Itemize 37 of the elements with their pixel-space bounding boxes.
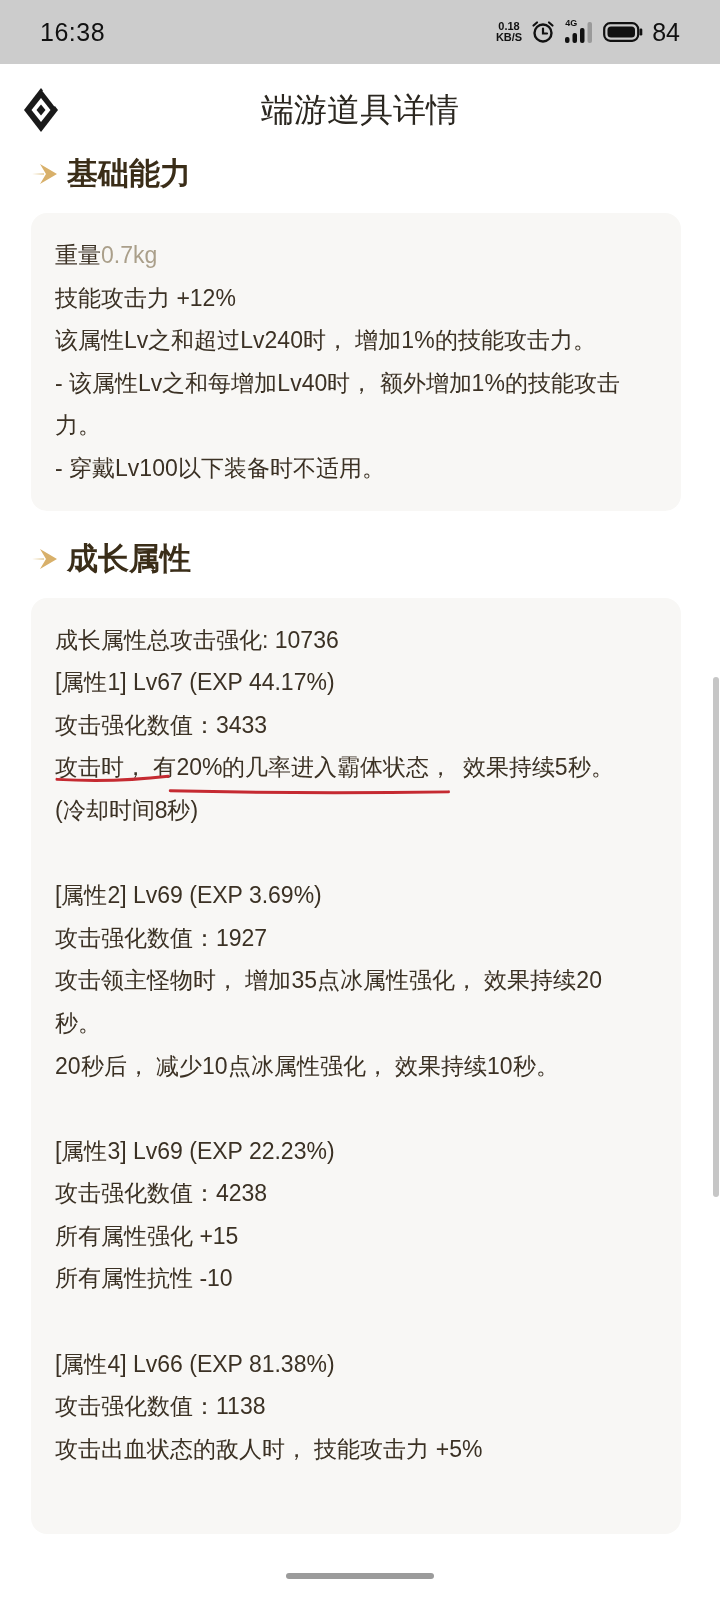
attribute-value: 攻击强化数值：4238 bbox=[55, 1179, 269, 1209]
section-heading: 基础能力 bbox=[67, 156, 191, 192]
attribute-value: 攻击强化数值：1138 bbox=[55, 1392, 267, 1422]
network-type: 4G bbox=[565, 19, 578, 28]
weight-label: 重量 bbox=[55, 242, 101, 268]
attribute-header: [属性3] Lv69 (EXP 22.23%) bbox=[55, 1136, 336, 1166]
attribute-value: 攻击强化数值：1927 bbox=[55, 923, 269, 953]
effect-text: 20秒后， 减少10点冰属性强化， 效果持续10秒。 bbox=[55, 1052, 559, 1079]
network-speed: 0.18 bbox=[498, 21, 520, 32]
effect-text: 攻击领主怪物时， 增加35点冰属性强化， 效果持续20秒。 bbox=[55, 967, 602, 1036]
page-title: 端游道具详情 bbox=[261, 89, 459, 130]
total-text: 成长属性总攻击强化: 10736 bbox=[55, 625, 340, 655]
diamond-logo-icon bbox=[24, 88, 58, 132]
ability-text: 技能攻击力 +12% bbox=[55, 283, 237, 313]
battery-level: 84 bbox=[652, 17, 680, 47]
effect-text: 所有属性强化 +15 bbox=[55, 1222, 239, 1249]
alarm-clock-icon bbox=[531, 20, 556, 44]
home-indicator[interactable] bbox=[286, 1573, 434, 1579]
ability-text: 该属性Lv之和超过Lv240时， 增加1%的技能攻击力。 bbox=[55, 326, 597, 356]
effect-text: (冷却时间8秒) bbox=[55, 796, 199, 823]
attribute-header: [属性1] Lv67 (EXP 44.17%) bbox=[55, 668, 336, 698]
effect-text: 效果持续5秒。 bbox=[462, 754, 614, 781]
battery-icon bbox=[603, 22, 644, 42]
signal-bars-icon bbox=[564, 20, 595, 44]
network-speed-unit: KB/S bbox=[495, 32, 523, 43]
weight-value: 0.7kg bbox=[101, 242, 158, 268]
section-heading: 成长属性 bbox=[67, 540, 191, 577]
attribute-header: [属性4] Lv66 (EXP 81.38%) bbox=[55, 1349, 336, 1379]
ability-text: - 该属性Lv之和每增加Lv40时， 额外增加1%的技能攻击力。 bbox=[55, 368, 621, 441]
effect-text: 攻击出血状态的敌人时， 技能攻击力 +5% bbox=[55, 1435, 483, 1462]
scrollbar[interactable] bbox=[713, 677, 719, 1197]
status-time: 16:38 bbox=[40, 17, 106, 47]
ability-text: - 穿戴Lv100以下装备时不适用。 bbox=[55, 453, 386, 483]
attribute-value: 攻击强化数值：3433 bbox=[55, 710, 269, 740]
attribute-header: [属性2] Lv69 (EXP 3.69%) bbox=[55, 881, 323, 911]
effect-text: 所有属性抗性 -10 bbox=[55, 1265, 233, 1292]
effect-text: 攻击时， 有20%的几率进入霸体状态， bbox=[55, 754, 453, 781]
